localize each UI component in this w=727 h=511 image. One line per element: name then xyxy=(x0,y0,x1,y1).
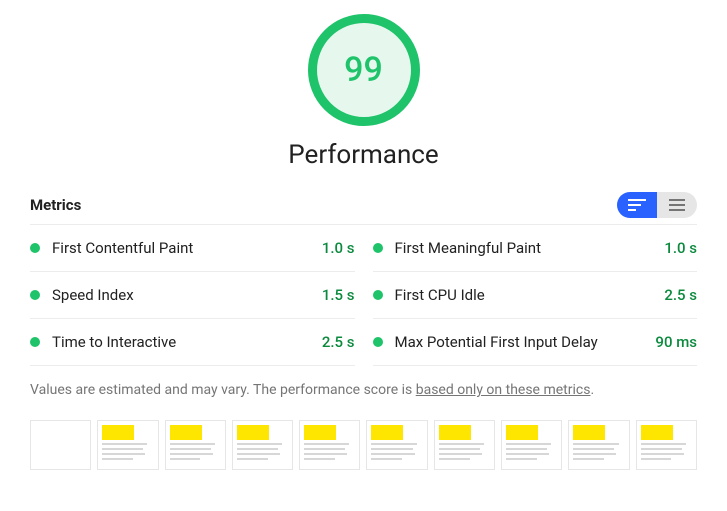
filmstrip-thumbnail[interactable] xyxy=(501,420,562,470)
metric-row: First Meaningful Paint1.0 s xyxy=(373,225,698,272)
metric-name: Speed Index xyxy=(52,286,322,304)
filmstrip-thumbnail[interactable] xyxy=(165,420,226,470)
footnote-prefix: Values are estimated and may vary. The p… xyxy=(30,382,416,398)
filmstrip-thumbnail[interactable] xyxy=(568,420,629,470)
status-dot-icon xyxy=(373,337,383,347)
metric-name: First CPU Idle xyxy=(395,286,665,304)
metric-name: First Meaningful Paint xyxy=(395,239,665,257)
metric-value: 2.5 s xyxy=(664,286,697,304)
metric-name: Max Potential First Input Delay xyxy=(395,333,656,351)
metric-row: Time to Interactive2.5 s xyxy=(30,319,355,366)
metric-row: Max Potential First Input Delay90 ms xyxy=(373,319,698,366)
status-dot-icon xyxy=(373,243,383,253)
status-dot-icon xyxy=(30,243,40,253)
lines-left-icon xyxy=(628,199,646,211)
metric-row: Speed Index1.5 s xyxy=(30,272,355,319)
lines-icon xyxy=(669,199,685,211)
metric-value: 2.5 s xyxy=(322,333,355,351)
metrics-grid: First Contentful Paint1.0 sFirst Meaning… xyxy=(30,224,697,366)
toggle-expanded-button[interactable] xyxy=(617,192,657,218)
metric-name: Time to Interactive xyxy=(52,333,322,351)
metrics-header: Metrics xyxy=(30,192,697,218)
filmstrip-thumbnail[interactable] xyxy=(30,420,91,470)
metric-name: First Contentful Paint xyxy=(52,239,322,257)
score-title: Performance xyxy=(288,140,438,170)
toggle-collapsed-button[interactable] xyxy=(657,192,697,218)
view-toggle xyxy=(617,192,697,218)
status-dot-icon xyxy=(30,337,40,347)
metric-value: 90 ms xyxy=(655,333,697,351)
metrics-footnote: Values are estimated and may vary. The p… xyxy=(30,382,697,398)
score-value: 99 xyxy=(344,50,383,90)
status-dot-icon xyxy=(30,290,40,300)
filmstrip-thumbnail[interactable] xyxy=(232,420,293,470)
footnote-link[interactable]: based only on these metrics xyxy=(416,382,591,398)
filmstrip-thumbnail[interactable] xyxy=(366,420,427,470)
filmstrip-thumbnail[interactable] xyxy=(299,420,360,470)
score-gauge-section: 99 Performance xyxy=(30,14,697,170)
filmstrip-thumbnail[interactable] xyxy=(434,420,495,470)
metrics-heading: Metrics xyxy=(30,196,81,214)
filmstrip-thumbnail[interactable] xyxy=(97,420,158,470)
metric-row: First Contentful Paint1.0 s xyxy=(30,225,355,272)
filmstrip-thumbnail[interactable] xyxy=(636,420,697,470)
filmstrip xyxy=(30,420,697,470)
metric-value: 1.0 s xyxy=(664,239,697,257)
status-dot-icon xyxy=(373,290,383,300)
metric-row: First CPU Idle2.5 s xyxy=(373,272,698,319)
metric-value: 1.5 s xyxy=(322,286,355,304)
score-gauge: 99 xyxy=(308,14,420,126)
metric-value: 1.0 s xyxy=(322,239,355,257)
footnote-suffix: . xyxy=(590,382,594,398)
